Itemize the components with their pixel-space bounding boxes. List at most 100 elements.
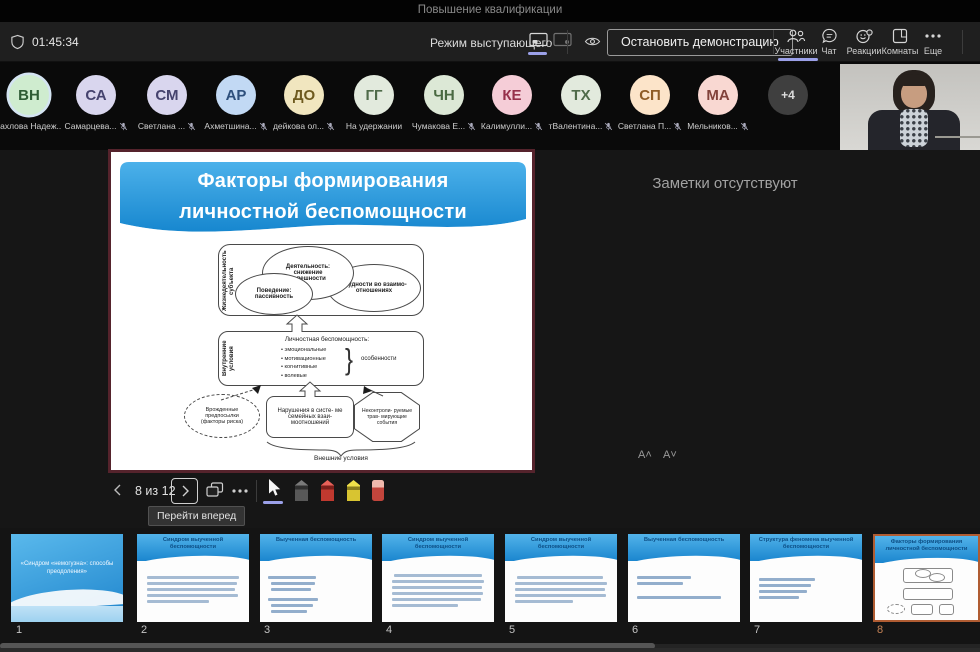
slide-thumbnail-5[interactable]: Синдром выученной беспомощности bbox=[505, 534, 617, 622]
presenter-mode-active-underline bbox=[528, 52, 547, 55]
chat-button[interactable]: Чат bbox=[812, 28, 846, 56]
participant-tile[interactable]: АР Ахметшина... bbox=[203, 75, 269, 131]
participant-tile[interactable]: ТХ тВалентина... bbox=[548, 75, 614, 131]
thumb-text-line bbox=[392, 598, 481, 601]
diagram-external-conditions-label: Внешние условия bbox=[261, 455, 421, 462]
thumb-text-line bbox=[637, 582, 683, 585]
diagram-events-text: Неконтроли- руемые трав- мирующие событи… bbox=[355, 393, 419, 441]
more-label: Еще bbox=[914, 46, 952, 56]
thumb-number: 3 bbox=[264, 624, 270, 636]
avatar: КЕ bbox=[492, 75, 532, 115]
thumb-number: 2 bbox=[141, 624, 147, 636]
pointer-tool-button[interactable] bbox=[266, 478, 281, 497]
pager-divider bbox=[256, 480, 257, 502]
thumb-text-line bbox=[515, 588, 605, 591]
mic-muted-icon bbox=[673, 122, 682, 131]
mic-muted-icon bbox=[119, 122, 128, 131]
participant-tile[interactable]: ДО дейкова ол... bbox=[271, 75, 337, 131]
thumb-text-line bbox=[515, 582, 607, 585]
notes-font-decrease-button[interactable]: A˅ bbox=[663, 449, 677, 461]
thumb-text-line bbox=[759, 578, 815, 581]
participants-icon bbox=[786, 28, 806, 44]
participant-tile[interactable]: СМ Светлана ... bbox=[134, 75, 200, 131]
participant-tile[interactable]: КЕ Калимулли... bbox=[479, 75, 545, 131]
slide-thumbnail-1[interactable]: «Синдром «немогузна»: способы преодолени… bbox=[11, 534, 123, 622]
thumb-text-line bbox=[759, 584, 811, 587]
thumb-text-line bbox=[271, 604, 313, 607]
avatar: ЧН bbox=[424, 75, 464, 115]
participant-name: Светлана ... bbox=[138, 121, 185, 131]
chat-label: Чат bbox=[812, 46, 846, 56]
thumb-number: 7 bbox=[754, 624, 760, 636]
participant-name: Калимулли... bbox=[481, 121, 532, 131]
notes-font-increase-button[interactable]: A˄ bbox=[638, 449, 652, 461]
thumb-text-line bbox=[147, 600, 209, 603]
participant-overflow-tile[interactable]: +4 bbox=[755, 75, 821, 115]
slide-thumbnail-3[interactable]: Выученная беспомощность bbox=[260, 534, 372, 622]
more-dots-icon bbox=[923, 28, 943, 44]
thumb-text-line bbox=[147, 588, 235, 591]
slide-thumbnail-2[interactable]: Синдром выученной беспомощности bbox=[137, 534, 249, 622]
diagram-bullet: • волевые bbox=[281, 372, 326, 381]
thumb-title: Синдром выученной беспомощности bbox=[509, 537, 613, 551]
participant-name: Ахметшина... bbox=[204, 121, 256, 131]
thumb-title: «Синдром «немогузна»: способы преодолени… bbox=[15, 560, 119, 576]
thumb-diagram-ellipse bbox=[887, 604, 905, 614]
participant-tile[interactable]: ГГ На удержании bbox=[341, 75, 407, 131]
diagram-helplessness-box: Внутренние условия Личностная беспомощно… bbox=[218, 331, 424, 386]
thumb-wave-bottom bbox=[11, 606, 123, 622]
participant-name: тВалентина... bbox=[549, 121, 603, 131]
pointer-tool-active-underline bbox=[263, 501, 283, 504]
participant-tile[interactable]: ВН Вахлова Надеж... bbox=[0, 75, 62, 131]
slide-thumbnail-8-active[interactable]: Факторы формирования личностной беспомощ… bbox=[873, 534, 980, 622]
thumb-text-line bbox=[268, 598, 318, 601]
next-slide-button[interactable] bbox=[171, 478, 198, 504]
diagram-innate-ellipse: Врожденные предпосылки (факторы риска) bbox=[184, 394, 260, 438]
thumb-text-line bbox=[392, 580, 484, 583]
more-button[interactable]: Еще bbox=[914, 28, 952, 56]
thumb-number: 5 bbox=[509, 624, 515, 636]
avatar: МА bbox=[698, 75, 738, 115]
thumb-text-line bbox=[515, 594, 606, 597]
diagram-inner-conditions-label: Внутренние условия bbox=[222, 335, 236, 382]
participant-tile[interactable]: СП Светлана П... bbox=[617, 75, 683, 131]
slide-thumbnail-4[interactable]: Синдром выученной беспомощности bbox=[382, 534, 494, 622]
rooms-icon bbox=[892, 28, 908, 44]
presenter-webcam[interactable] bbox=[840, 64, 980, 150]
pager-more-options-button[interactable] bbox=[231, 488, 249, 494]
thumb-title: Структура феномена выученной беспомощнос… bbox=[754, 537, 858, 551]
next-slide-tooltip: Перейти вперед bbox=[148, 506, 245, 526]
slide-thumbnail-6[interactable]: Выученная беспомощность bbox=[628, 534, 740, 622]
diagram-behavior-ellipse: Поведение: пассивность bbox=[235, 273, 313, 315]
slide-thumbnail-7[interactable]: Структура феномена выученной беспомощнос… bbox=[750, 534, 862, 622]
thumb-diagram-octagon bbox=[939, 604, 954, 615]
diagram-bullet: • мотивационные bbox=[281, 355, 326, 364]
thumb-text-line bbox=[759, 596, 799, 599]
diagram-brace-glyph: } bbox=[345, 343, 353, 378]
diagram-family-box: Нарушения в систе- ме семейных взаи- моо… bbox=[266, 396, 354, 438]
participant-tile[interactable]: МА Мельников... bbox=[685, 75, 751, 131]
participant-tile[interactable]: ЧН Чумакова Е... bbox=[411, 75, 477, 131]
presenter-layout-alt-icon[interactable] bbox=[553, 32, 572, 47]
attendee-view-eye-icon[interactable] bbox=[584, 34, 601, 49]
thumb-title: Факторы формирования личностной беспомощ… bbox=[879, 539, 974, 553]
avatar: ДО bbox=[284, 75, 324, 115]
slide-grid-view-button[interactable] bbox=[206, 482, 224, 498]
eraser-tool[interactable] bbox=[372, 480, 384, 501]
notes-empty-text: Заметки отсутствуют bbox=[600, 175, 850, 192]
webcam-background-line bbox=[935, 136, 980, 138]
diagram-life-activity-label: Жизнедеятельность субъекта bbox=[222, 249, 236, 313]
participant-tile[interactable]: СА Самарцева... bbox=[63, 75, 129, 131]
thumb-text-line bbox=[392, 586, 482, 589]
avatar: ГГ bbox=[354, 75, 394, 115]
previous-slide-button[interactable] bbox=[112, 483, 124, 497]
thumb-number-active: 8 bbox=[877, 624, 883, 636]
presenter-layout-icon[interactable] bbox=[529, 32, 548, 47]
stop-sharing-button[interactable]: Остановить демонстрацию bbox=[607, 29, 793, 56]
thumb-text-line bbox=[392, 604, 458, 607]
thumb-diagram-ellipse bbox=[929, 573, 945, 582]
mic-muted-icon bbox=[740, 122, 749, 131]
mic-muted-icon bbox=[259, 122, 268, 131]
slide-title-line2: личностной беспомощности bbox=[120, 201, 526, 224]
mic-muted-icon bbox=[467, 122, 476, 131]
